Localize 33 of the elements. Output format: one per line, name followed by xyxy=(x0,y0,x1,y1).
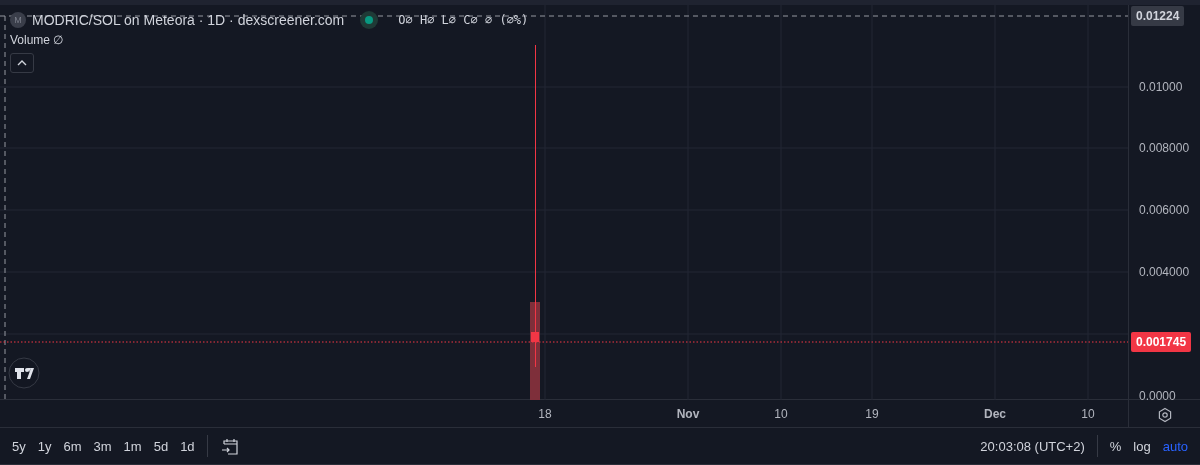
scale-toggle[interactable]: log xyxy=(1127,434,1157,458)
range-button[interactable]: 3m xyxy=(87,434,118,458)
token-avatar: M xyxy=(10,12,26,28)
range-button[interactable]: 6m xyxy=(57,434,88,458)
scale-toggle[interactable]: auto xyxy=(1156,434,1194,458)
clock-time: 20:03:08 (UTC+2) xyxy=(979,438,1086,454)
date-label: Dec xyxy=(984,407,1006,421)
range-button[interactable]: 1m xyxy=(117,434,148,458)
scale-toggle[interactable]: % xyxy=(1103,434,1128,458)
settings-icon[interactable] xyxy=(1157,407,1173,423)
chevron-up-icon xyxy=(17,60,27,66)
range-button[interactable]: 1y xyxy=(31,434,58,458)
logo-icon[interactable] xyxy=(8,357,40,389)
range-button[interactable]: 1d xyxy=(174,434,201,458)
collapse-button[interactable] xyxy=(10,53,34,73)
range-button[interactable]: 5y xyxy=(6,434,32,458)
high-price-tag: 0.01224 xyxy=(1131,6,1185,26)
price-label: 0.008000 xyxy=(1139,141,1190,155)
date-label: Nov xyxy=(676,407,700,421)
calendar-icon xyxy=(219,436,240,456)
date-label: 19 xyxy=(865,407,879,421)
chart-title: MODRIC/SOL on Meteora · 1D · dexscreener.com xyxy=(32,12,345,28)
ohlc-values: O∅ H∅ L∅ C∅ ∅ (∅%) xyxy=(398,13,529,27)
range-button[interactable]: 5d xyxy=(147,434,175,458)
price-label: 0.01000 xyxy=(1139,80,1183,94)
price-label: 0.0000 xyxy=(1139,389,1176,403)
price-label: 0.004000 xyxy=(1139,265,1190,279)
date-label: 10 xyxy=(1081,407,1095,421)
volume-label: Volume ∅ xyxy=(10,33,65,47)
last-price-tag: 0.001745 xyxy=(1131,332,1192,352)
price-label: 0.006000 xyxy=(1139,203,1190,217)
date-label: 10 xyxy=(774,407,788,421)
date-label: 18 xyxy=(538,407,552,421)
